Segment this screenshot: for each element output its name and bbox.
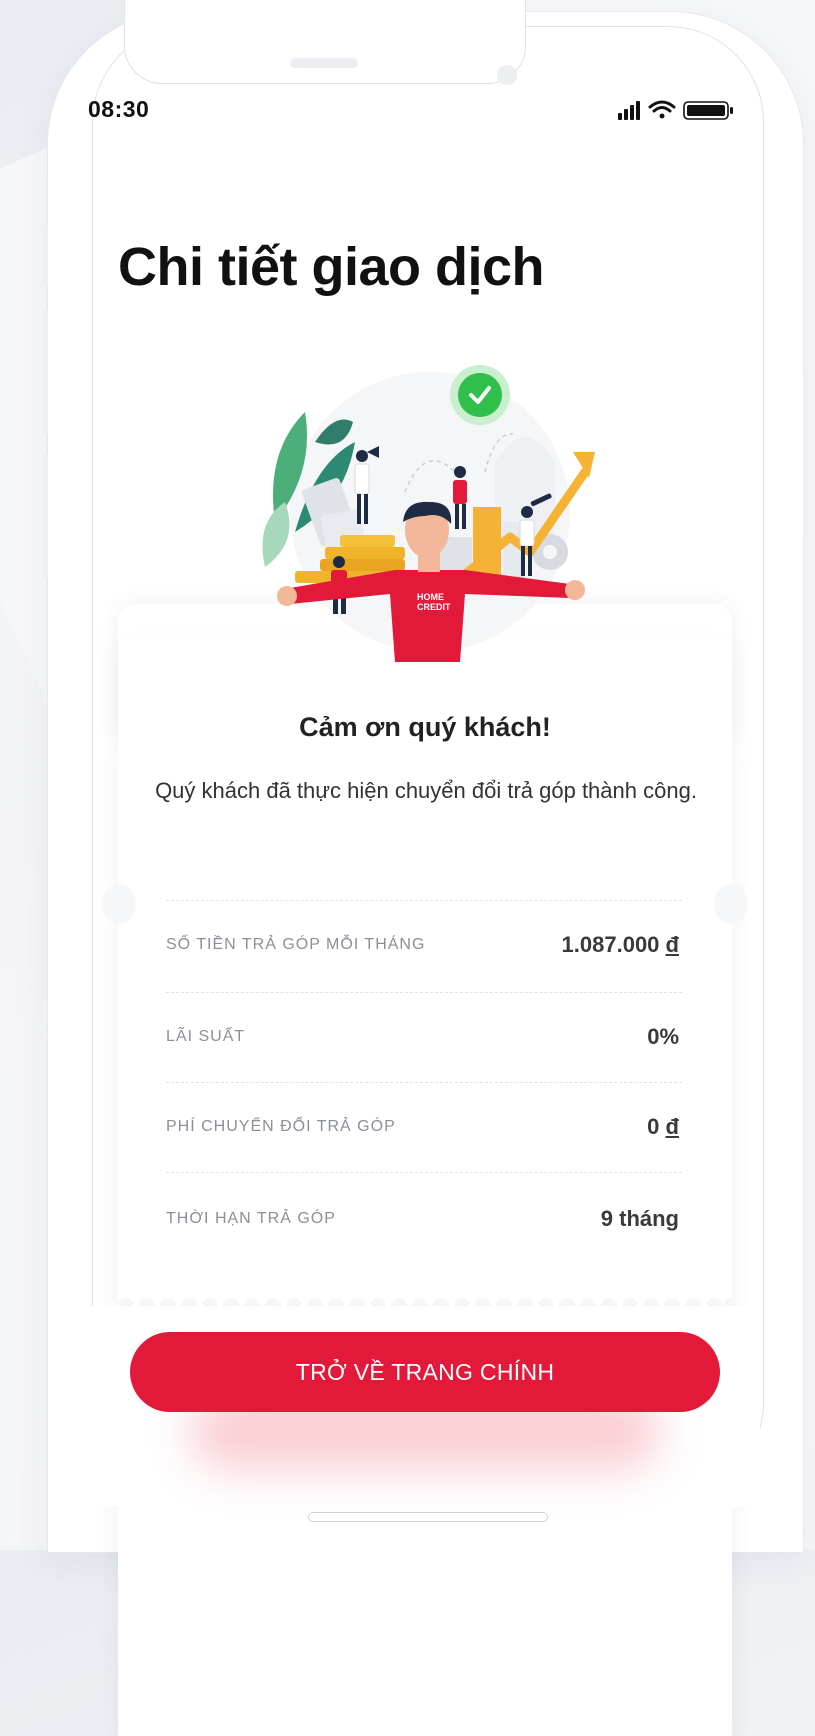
- volume-down-button: [42, 452, 48, 580]
- ticket-notch-left: [102, 884, 136, 924]
- installment-term-label: THỜI HẠN TRẢ GÓP: [166, 1210, 336, 1227]
- installment-term-value: 9 tháng: [600, 1206, 679, 1231]
- status-icons: [618, 100, 733, 120]
- monthly-installment-label: SỐ TIỀN TRẢ GÓP MỖI THÁNG: [166, 936, 426, 953]
- divider: [166, 1172, 682, 1173]
- wifi-icon: [648, 100, 676, 119]
- success-message: Quý khách đã thực hiện chuyển đổi trả gó…: [155, 778, 697, 803]
- thank-you-heading: Cảm ơn quý khách!: [299, 712, 551, 742]
- divider: [166, 900, 682, 901]
- currency-symbol: đ: [665, 932, 679, 957]
- monthly-installment-amount: 1.087.000: [561, 932, 660, 957]
- interest-rate-label: LÃI SUẤT: [166, 1028, 246, 1045]
- shirt-logo-line1: HOME: [417, 592, 444, 602]
- phone-notch: [124, 0, 526, 84]
- status-time: 08:30: [88, 96, 150, 122]
- success-check-icon: [458, 373, 502, 417]
- receipt-card-lower: [118, 742, 732, 1736]
- battery-icon: [683, 101, 733, 120]
- phone-speaker: [290, 58, 358, 68]
- interest-rate-value: 0%: [647, 1024, 679, 1049]
- volume-up-button: [42, 308, 48, 436]
- mute-switch: [42, 224, 48, 286]
- divider: [166, 1082, 682, 1083]
- page-title: Chi tiết giao dịch: [118, 237, 545, 297]
- power-button: [803, 370, 809, 538]
- signal-icon: [618, 101, 640, 120]
- phone-camera: [497, 65, 517, 85]
- ticket-notch-right: [714, 884, 748, 924]
- success-illustration: HOME CREDIT: [262, 365, 595, 662]
- home-indicator[interactable]: [308, 1512, 548, 1522]
- divider: [166, 992, 682, 993]
- conversion-fee-amount: 0: [647, 1114, 660, 1139]
- conversion-fee-value: 0 đ: [647, 1114, 679, 1140]
- back-to-home-button[interactable]: TRỞ VỀ TRANG CHÍNH: [130, 1332, 720, 1412]
- currency-symbol: đ: [665, 1114, 679, 1139]
- shirt-logo-line2: CREDIT: [417, 602, 451, 612]
- conversion-fee-label: PHÍ CHUYỂN ĐỔI TRẢ GÓP: [166, 1118, 396, 1135]
- monthly-installment-value: 1.087.000 đ: [562, 932, 679, 958]
